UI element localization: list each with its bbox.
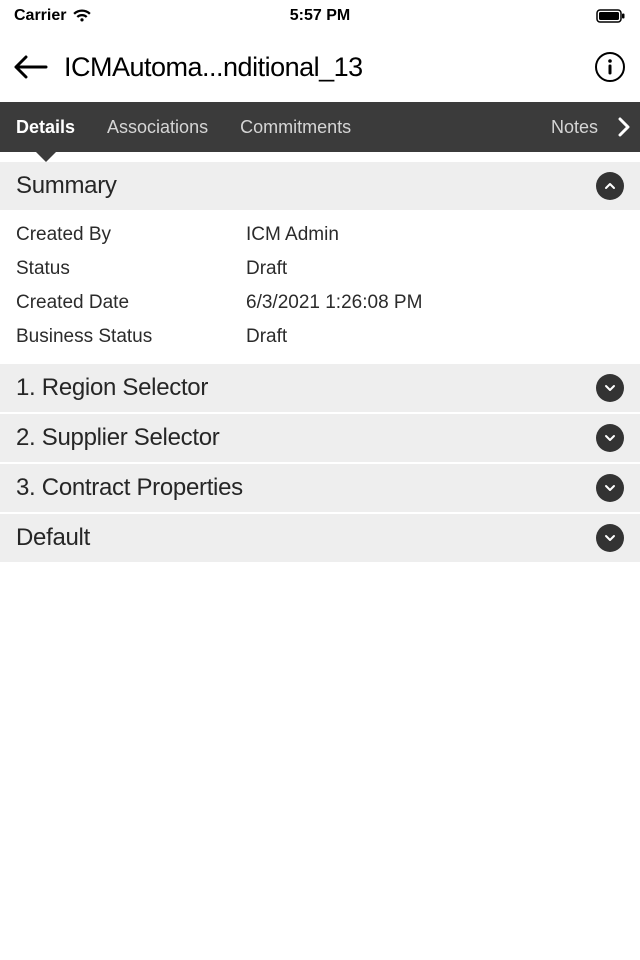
page-header: ICMAutoma...nditional_13: [0, 32, 640, 102]
summary-row: Business Status Draft: [0, 320, 640, 354]
section-region-selector[interactable]: 1. Region Selector: [0, 364, 640, 414]
summary-row: Created Date 6/3/2021 1:26:08 PM: [0, 286, 640, 320]
summary-value: Draft: [246, 326, 624, 348]
summary-label: Business Status: [16, 326, 246, 348]
tab-associations[interactable]: Associations: [91, 102, 224, 152]
section-summary-title: Summary: [16, 172, 117, 200]
summary-label: Status: [16, 258, 246, 280]
status-bar: Carrier 5:57 PM: [0, 0, 640, 32]
chevron-up-icon: [596, 172, 624, 200]
section-supplier-selector[interactable]: 2. Supplier Selector: [0, 414, 640, 464]
section-contract-properties[interactable]: 3. Contract Properties: [0, 464, 640, 514]
chevron-down-icon: [596, 524, 624, 552]
summary-value: 6/3/2021 1:26:08 PM: [246, 292, 624, 314]
summary-label: Created By: [16, 224, 246, 246]
chevron-down-icon: [596, 474, 624, 502]
carrier-label: Carrier: [14, 7, 66, 25]
clock: 5:57 PM: [290, 7, 350, 25]
chevron-right-icon: [612, 115, 636, 139]
summary-label: Created Date: [16, 292, 246, 314]
section-summary-body: Created By ICM Admin Status Draft Create…: [0, 212, 640, 364]
wifi-icon: [72, 9, 92, 23]
tabs-scroll-right[interactable]: [612, 102, 640, 152]
content: Summary Created By ICM Admin Status Draf…: [0, 162, 640, 564]
section-default[interactable]: Default: [0, 514, 640, 564]
info-button[interactable]: [594, 51, 626, 83]
tab-details[interactable]: Details: [0, 102, 91, 152]
tab-bar: Details Associations Commitments Notes: [0, 102, 640, 152]
back-button[interactable]: [14, 54, 48, 80]
summary-row: Status Draft: [0, 252, 640, 286]
summary-row: Created By ICM Admin: [0, 218, 640, 252]
chevron-down-icon: [596, 424, 624, 452]
section-summary-header[interactable]: Summary: [0, 162, 640, 212]
chevron-down-icon: [596, 374, 624, 402]
summary-value: ICM Admin: [246, 224, 624, 246]
summary-value: Draft: [246, 258, 624, 280]
tab-commitments[interactable]: Commitments: [224, 102, 367, 152]
battery-icon: [596, 9, 626, 23]
page-title: ICMAutoma...nditional_13: [64, 52, 578, 83]
